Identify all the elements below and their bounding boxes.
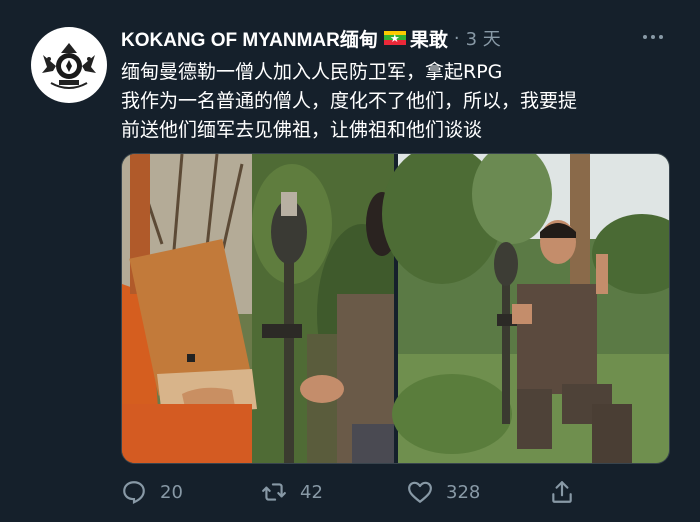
tweet-text-line: 前送他们缅军去见佛祖，让佛祖和他们谈谈 bbox=[121, 119, 483, 141]
avatar[interactable] bbox=[31, 27, 107, 103]
crest-emblem-icon bbox=[42, 43, 96, 89]
myanmar-flag-icon: ★ bbox=[383, 30, 406, 46]
tweet-card[interactable]: KOKANG OF MYANMAR缅甸 ★ 果敢 · 3 天 缅甸曼德勒一僧人加… bbox=[0, 0, 700, 522]
tweet-timestamp[interactable]: 3 天 bbox=[466, 25, 501, 51]
retweet-button[interactable]: 42 bbox=[261, 474, 323, 510]
like-button[interactable]: 328 bbox=[407, 474, 480, 510]
retweet-count: 42 bbox=[300, 481, 323, 503]
like-count: 328 bbox=[446, 481, 481, 503]
more-dot-icon bbox=[651, 35, 655, 39]
reply-icon bbox=[123, 481, 145, 504]
more-dot-icon bbox=[643, 35, 647, 39]
share-icon bbox=[552, 481, 572, 503]
tweet-text-line: 我作为一名普通的僧人，度化不了他们，所以，我要提 bbox=[121, 90, 578, 112]
author-display-name[interactable]: KOKANG OF MYANMAR缅甸 bbox=[121, 25, 378, 52]
tweet-actions: 20 42 328 bbox=[121, 474, 681, 510]
share-button[interactable] bbox=[549, 474, 588, 510]
tweet-text-line: 缅甸曼德勒一僧人加入人民防卫军，拿起RPG bbox=[121, 61, 503, 83]
retweet-icon bbox=[262, 483, 286, 501]
tweet-text: 缅甸曼德勒一僧人加入人民防卫军，拿起RPG 我作为一名普通的僧人，度化不了他们，… bbox=[121, 58, 681, 145]
tweet-header: KOKANG OF MYANMAR缅甸 ★ 果敢 · 3 天 bbox=[121, 25, 501, 51]
photo-monk-with-rpg[interactable] bbox=[122, 154, 407, 464]
more-options-button[interactable] bbox=[636, 26, 670, 48]
media-grid[interactable] bbox=[121, 153, 670, 464]
more-dot-icon bbox=[659, 35, 663, 39]
reply-count: 20 bbox=[160, 481, 183, 503]
header-separator: · bbox=[453, 27, 460, 49]
photo-man-with-rpg-in-forest[interactable] bbox=[382, 154, 670, 464]
reply-button[interactable]: 20 bbox=[121, 474, 183, 510]
author-display-name-suffix[interactable]: 果敢 bbox=[410, 25, 448, 52]
heart-icon bbox=[408, 481, 432, 503]
